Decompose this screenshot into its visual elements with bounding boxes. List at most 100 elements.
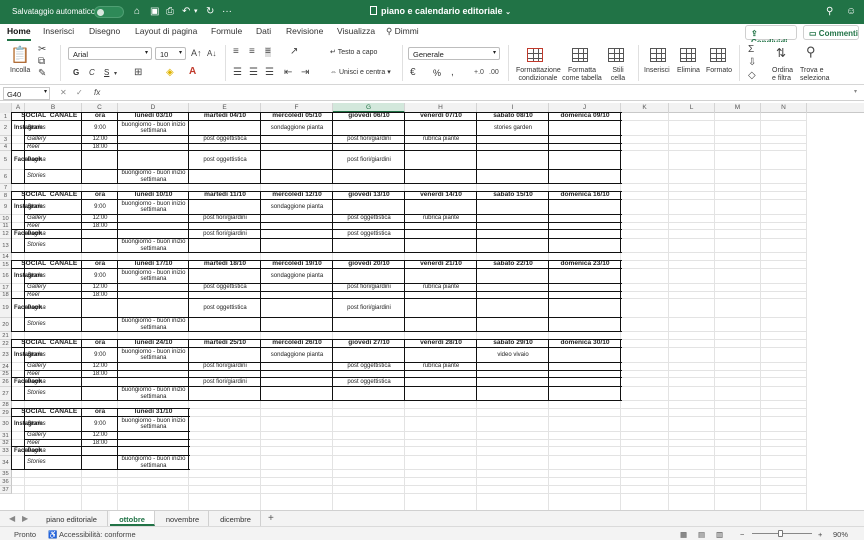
insert-cells-icon[interactable] bbox=[650, 48, 666, 62]
zoom-in-icon[interactable]: + bbox=[818, 530, 822, 539]
save-icon[interactable]: ▣ bbox=[150, 6, 159, 18]
normal-view-icon[interactable]: ▦ bbox=[680, 530, 687, 539]
post-cell[interactable]: buongiorno - buon inizio settimana bbox=[119, 417, 188, 431]
zoom-out-icon[interactable]: − bbox=[740, 530, 744, 539]
increase-decimal-icon[interactable]: +.0 bbox=[474, 68, 484, 78]
share-button[interactable]: ⇪ Condividi bbox=[745, 25, 797, 47]
post-cell[interactable] bbox=[119, 432, 188, 439]
time-cell[interactable]: 12:00 bbox=[83, 136, 117, 143]
comma-style-icon[interactable]: , bbox=[451, 68, 454, 78]
time-cell[interactable]: 12:00 bbox=[83, 215, 117, 222]
add-sheet-icon[interactable]: + bbox=[268, 513, 274, 524]
post-cell[interactable] bbox=[190, 121, 260, 135]
channel-stories[interactable]: Stories bbox=[26, 121, 81, 135]
column-header-l[interactable]: L bbox=[669, 103, 715, 113]
day-header[interactable]: venerdì 28/10 bbox=[406, 340, 476, 347]
post-cell[interactable] bbox=[478, 318, 548, 331]
channel-gallery[interactable]: Gallery bbox=[26, 284, 81, 291]
post-cell[interactable] bbox=[262, 239, 332, 252]
day-header[interactable]: sabato 08/10 bbox=[478, 113, 548, 120]
day-header[interactable]: lunedì 31/10 bbox=[119, 409, 188, 416]
format-painter-icon[interactable]: ✎ bbox=[38, 69, 46, 79]
zoom-level[interactable]: 90% bbox=[833, 530, 848, 539]
post-cell[interactable] bbox=[478, 215, 548, 222]
channel-stories[interactable]: Stories bbox=[26, 456, 81, 469]
fill-icon[interactable]: ⇩ bbox=[748, 58, 756, 68]
page-break-view-icon[interactable]: ▥ bbox=[716, 530, 723, 539]
header-ora[interactable]: ora bbox=[83, 261, 117, 268]
post-cell[interactable] bbox=[119, 151, 188, 169]
font-size-select[interactable]: 10 ▾ bbox=[155, 47, 186, 60]
post-cell[interactable] bbox=[550, 269, 620, 283]
tab-tell-me[interactable]: ⚲ Dimmi bbox=[386, 26, 419, 37]
day-header[interactable]: domenica 30/10 bbox=[550, 340, 620, 347]
post-cell[interactable] bbox=[334, 170, 404, 183]
decrease-decimal-icon[interactable]: .00 bbox=[489, 68, 499, 78]
borders-icon[interactable]: ⊞ bbox=[134, 68, 142, 78]
day-header[interactable]: domenica 23/10 bbox=[550, 261, 620, 268]
conditional-formatting-label-2[interactable]: condizionale bbox=[516, 75, 560, 83]
align-bottom-icon[interactable]: ≡ bbox=[265, 47, 271, 57]
sort-filter-label-1[interactable]: Ordina bbox=[772, 67, 793, 75]
fill-color-icon[interactable]: ◈ bbox=[166, 68, 174, 78]
format-as-table-label-1[interactable]: Formatta bbox=[560, 67, 604, 75]
post-cell[interactable] bbox=[190, 200, 260, 214]
cut-icon[interactable]: ✂ bbox=[38, 45, 46, 55]
sheet-tab-ottobre[interactable]: ottobre bbox=[110, 511, 155, 526]
number-format-select[interactable]: Generale ▾ bbox=[408, 47, 500, 60]
post-cell[interactable] bbox=[550, 230, 620, 238]
post-cell[interactable]: buongiorno - buon inizio settimana bbox=[119, 318, 188, 331]
day-header[interactable]: martedì 04/10 bbox=[190, 113, 260, 120]
tab-view[interactable]: Visualizza bbox=[337, 26, 375, 36]
format-cells-label[interactable]: Formato bbox=[706, 67, 732, 75]
day-header[interactable]: domenica 16/10 bbox=[550, 192, 620, 199]
chevron-down-icon[interactable]: ▾ bbox=[114, 69, 117, 79]
delete-cells-icon[interactable] bbox=[680, 48, 696, 62]
day-header[interactable]: martedì 11/10 bbox=[190, 192, 260, 199]
fx-icon[interactable]: fx bbox=[94, 88, 100, 97]
channel-pagina[interactable]: Pagina bbox=[26, 299, 81, 317]
post-cell[interactable]: post oggettistica bbox=[334, 378, 404, 386]
copy-icon[interactable]: ⧉ bbox=[38, 57, 45, 67]
time-cell[interactable]: 12:00 bbox=[83, 363, 117, 370]
tab-page-layout[interactable]: Layout di pagina bbox=[135, 26, 197, 36]
merge-center-button[interactable]: ⇔ Unisci e centra ▾ bbox=[330, 69, 391, 77]
channel-stories[interactable]: Stories bbox=[26, 200, 81, 214]
paste-label[interactable]: Incolla bbox=[10, 67, 30, 75]
post-cell[interactable] bbox=[550, 170, 620, 183]
bold-button[interactable]: G bbox=[73, 69, 79, 77]
post-cell[interactable]: buongiorno - buon inizio settimana bbox=[119, 387, 188, 400]
find-select-label-1[interactable]: Trova e bbox=[800, 67, 823, 75]
zoom-slider-thumb[interactable] bbox=[778, 530, 783, 537]
post-cell[interactable] bbox=[262, 378, 332, 386]
formula-input[interactable] bbox=[110, 87, 852, 100]
post-cell[interactable]: buongiorno - buon inizio settimana bbox=[119, 269, 188, 283]
sheet-tab-dicembre[interactable]: dicembre bbox=[211, 511, 261, 526]
format-as-table-label-2[interactable]: come tabella bbox=[560, 75, 604, 83]
tab-data[interactable]: Dati bbox=[256, 26, 271, 36]
align-right-icon[interactable]: ☰ bbox=[265, 68, 274, 78]
post-cell[interactable] bbox=[262, 151, 332, 169]
post-cell[interactable] bbox=[406, 387, 476, 400]
post-cell[interactable] bbox=[190, 239, 260, 252]
undo-dropdown-icon[interactable]: ▾ bbox=[194, 6, 198, 18]
post-cell[interactable] bbox=[550, 348, 620, 362]
post-cell[interactable]: post fiori/giardini bbox=[334, 299, 404, 317]
row-header-36[interactable]: 36 bbox=[0, 478, 12, 486]
tab-review[interactable]: Revisione bbox=[286, 26, 323, 36]
time-cell[interactable]: 12:00 bbox=[83, 284, 117, 291]
post-cell[interactable] bbox=[406, 121, 476, 135]
header-canale[interactable]: CANALE bbox=[26, 340, 81, 347]
day-header[interactable]: mercoledì 26/10 bbox=[262, 340, 332, 347]
post-cell[interactable]: stories garden bbox=[478, 121, 548, 135]
decrease-font-icon[interactable]: A↓ bbox=[207, 49, 216, 59]
tab-insert[interactable]: Inserisci bbox=[43, 26, 74, 36]
post-cell[interactable] bbox=[478, 239, 548, 252]
day-header[interactable]: mercoledì 12/10 bbox=[262, 192, 332, 199]
tab-draw[interactable]: Disegno bbox=[89, 26, 120, 36]
tab-home[interactable]: Home bbox=[7, 26, 31, 41]
post-cell[interactable]: buongiorno - buon inizio settimana bbox=[119, 200, 188, 214]
header-canale[interactable]: CANALE bbox=[26, 409, 81, 416]
day-header[interactable]: mercoledì 19/10 bbox=[262, 261, 332, 268]
post-cell[interactable] bbox=[119, 299, 188, 317]
